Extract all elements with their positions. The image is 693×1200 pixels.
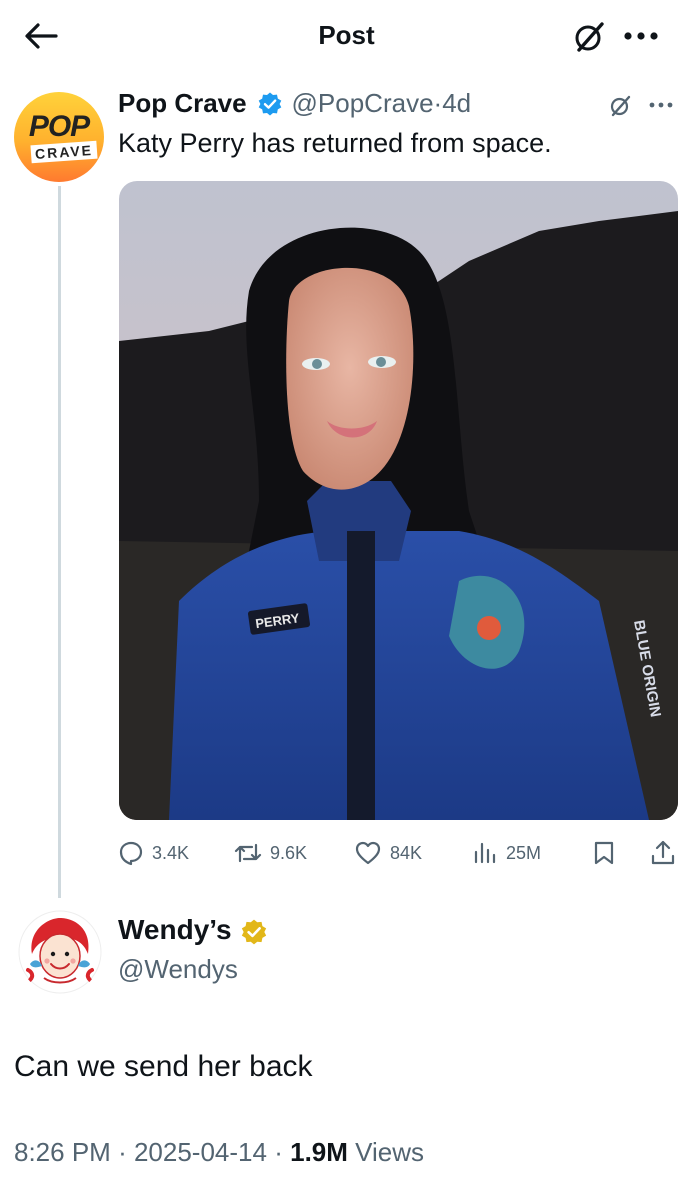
grok-icon[interactable] (572, 20, 606, 54)
heart-icon (355, 841, 381, 865)
reply-date[interactable]: 2025-04-14 (134, 1137, 267, 1167)
more-icon[interactable] (622, 30, 662, 42)
gold-verified-badge-icon (241, 919, 266, 944)
author-handle[interactable]: @PopCrave (292, 88, 434, 118)
analytics-icon (474, 842, 496, 864)
bookmark-icon[interactable] (592, 840, 616, 866)
post-grok-icon[interactable] (608, 94, 632, 118)
avatar-logo-top: POP (28, 110, 90, 143)
original-post-header: Pop Crave @PopCrave·4d (118, 88, 471, 122)
separator-dot: · (433, 88, 443, 118)
reply-author-row: Wendy’s (118, 914, 272, 946)
like-count: 84K (390, 842, 423, 863)
like-button[interactable]: 84K (354, 836, 422, 870)
reply-author-handle[interactable]: @Wendys (118, 954, 238, 985)
repost-icon (234, 843, 262, 863)
verified-badge-icon (258, 92, 282, 115)
reply-button[interactable]: 3.4K (118, 836, 189, 870)
top-bar: Post (0, 0, 693, 72)
post-time[interactable]: 4d (442, 88, 471, 118)
meta-separator-2: · (274, 1137, 283, 1167)
author-name[interactable]: Pop Crave (118, 88, 247, 118)
reply-count: 3.4K (152, 842, 190, 863)
reply-views-label: Views (355, 1137, 425, 1167)
meta-separator-1: · (118, 1137, 127, 1167)
post-text: Katy Perry has returned from space. (118, 128, 552, 158)
reply-author-name[interactable]: Wendy’s (118, 914, 232, 945)
engagement-bar: 3.4K 9.6K 84K 25M (118, 836, 678, 870)
views-button[interactable]: 25M (472, 836, 541, 870)
reply-meta: 8:26 PM · 2025-04-14 · 1.9M Views (14, 1137, 424, 1168)
thread-line (58, 186, 61, 898)
pop-crave-avatar[interactable]: POP CRAVE (14, 92, 104, 182)
repost-button[interactable]: 9.6K (234, 836, 307, 870)
post-photo[interactable]: PERRY BLUE ORIGIN (119, 181, 678, 820)
reply-time[interactable]: 8:26 PM (14, 1137, 111, 1167)
reply-views-count[interactable]: 1.9M (290, 1137, 348, 1167)
post-more-icon[interactable] (648, 101, 674, 109)
reply-icon (119, 841, 143, 866)
share-icon[interactable] (650, 839, 676, 867)
reply-text: Can we send her back (14, 1050, 313, 1083)
views-count: 25M (506, 842, 542, 863)
avatar-logo-bottom: CRAVE (30, 140, 98, 164)
repost-count: 9.6K (270, 842, 308, 863)
wendys-avatar[interactable] (18, 910, 102, 994)
